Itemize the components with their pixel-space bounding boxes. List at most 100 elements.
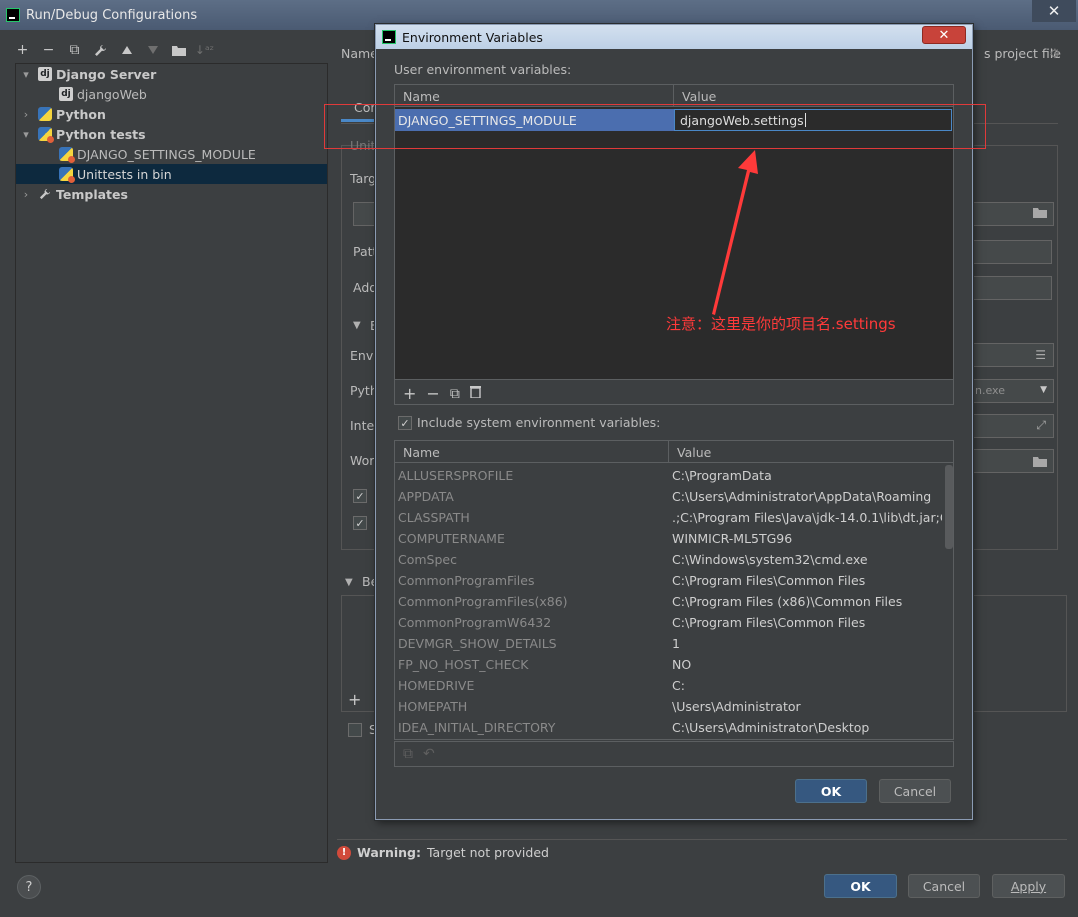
table-row[interactable]: HOMEDRIVE C:	[395, 675, 943, 696]
table-row[interactable]: IDEA_INITIAL_DIRECTORY C:\Users\Administr…	[395, 717, 943, 738]
move-up-icon[interactable]	[118, 41, 135, 59]
tree-item-python-tests[interactable]: ▾ Python tests	[16, 124, 327, 144]
chevron-down-icon: ▼	[1040, 385, 1047, 395]
wrench-icon	[38, 187, 52, 201]
pattern-field[interactable]	[970, 240, 1052, 264]
tree-item-label: Unittests in bin	[77, 166, 172, 182]
column-header-name[interactable]: Name	[395, 441, 669, 463]
tree-item-templates[interactable]: › Templates	[16, 184, 327, 204]
table-row[interactable]: HOMEPATH \Users\Administrator	[395, 696, 943, 717]
python-tests-icon	[38, 127, 54, 143]
ok-button[interactable]: OK	[824, 874, 897, 898]
interpreter-options-field[interactable]: ⤢	[970, 414, 1054, 438]
include-system-env-checkbox[interactable]: ✓	[398, 416, 412, 430]
env-value-cell: .;C:\Program Files\Java\jdk-14.0.1\lib\d…	[672, 510, 942, 525]
add-icon[interactable]: +	[348, 690, 361, 709]
env-name-cell: CLASSPATH	[398, 510, 470, 525]
column-header-value[interactable]: Value	[669, 441, 943, 463]
tree-item-django-server[interactable]: ▾ dj Django Server	[16, 64, 327, 84]
help-button[interactable]: ?	[17, 875, 41, 899]
env-name-cell: ComSpec	[398, 552, 457, 567]
environment-variables-label: Envi	[350, 348, 377, 363]
add-icon[interactable]: +	[403, 384, 416, 403]
pycharm-logo-icon	[382, 30, 396, 44]
table-row[interactable]: APPDATA C:\Users\Administrator\AppData\Ro…	[395, 486, 943, 507]
environment-variables-field[interactable]: ☰	[970, 343, 1054, 367]
dialog-titlebar: Environment Variables	[376, 25, 972, 49]
target-browse-field[interactable]	[970, 202, 1054, 226]
system-env-toolbar: ⧉ ↶	[394, 741, 954, 767]
dialog-close-button[interactable]: ✕	[922, 26, 966, 44]
scrollbar-thumb[interactable]	[945, 465, 953, 549]
django-icon: dj	[59, 87, 73, 101]
warning-text: Target not provided	[426, 845, 549, 860]
annotation-arrow-icon	[712, 150, 758, 315]
copy-icon[interactable]: ⧉	[403, 746, 413, 762]
table-row[interactable]: FP_NO_HOST_CHECK NO	[395, 654, 943, 675]
tree-item-label: djangoWeb	[77, 86, 147, 102]
python-interpreter-select[interactable]: n.exe ▼	[970, 379, 1054, 403]
new-folder-icon[interactable]	[170, 41, 187, 59]
additional-arguments-field[interactable]	[970, 276, 1052, 300]
expand-icon[interactable]: ▾	[20, 68, 32, 81]
expand-icon[interactable]: ›	[20, 188, 32, 201]
tree-item-unittests-in-bin[interactable]: Unittests in bin	[16, 164, 327, 184]
env-name-cell: CommonProgramW6432	[398, 615, 552, 630]
add-content-roots-checkbox[interactable]: ✓	[353, 489, 367, 503]
table-row[interactable]: COMPUTERNAME WINMICR-ML5TG96	[395, 528, 943, 549]
expand-icon[interactable]: ›	[20, 108, 32, 121]
tree-item-django-settings-module[interactable]: DJANGO_SETTINGS_MODULE	[16, 144, 327, 164]
gear-icon[interactable]: ⚙	[1049, 47, 1061, 62]
dialog-cancel-button[interactable]: Cancel	[879, 779, 951, 803]
copy-icon[interactable]: ⧉	[450, 386, 460, 402]
add-icon[interactable]: +	[14, 41, 31, 59]
table-row[interactable]: DEVMGR_SHOW_DETAILS 1	[395, 633, 943, 654]
working-directory-field[interactable]	[970, 449, 1054, 473]
remove-icon[interactable]: −	[426, 384, 439, 403]
env-name-cell: CommonProgramFiles(x86)	[398, 594, 568, 609]
cancel-button[interactable]: Cancel	[908, 874, 980, 898]
pattern-label: Patt	[353, 244, 378, 259]
remove-icon[interactable]: −	[40, 41, 57, 59]
configuration-tree: ▾ dj Django Server dj djangoWeb › Python…	[15, 63, 328, 863]
tree-item-label: Django Server	[56, 66, 157, 82]
move-down-icon[interactable]	[144, 41, 161, 59]
tree-item-python[interactable]: › Python	[16, 104, 327, 124]
table-row[interactable]: CommonProgramFiles C:\Program Files\Commo…	[395, 570, 943, 591]
sort-icon[interactable]: ↓ᵃᶻ	[195, 41, 214, 59]
env-value-cell: 1	[672, 636, 680, 651]
delete-icon[interactable]	[469, 385, 481, 402]
table-row[interactable]: CommonProgramW6432 C:\Program Files\Commo…	[395, 612, 943, 633]
table-row[interactable]: ComSpec C:\Windows\system32\cmd.exe	[395, 549, 943, 570]
add-source-roots-checkbox[interactable]: ✓	[353, 516, 367, 530]
env-name-cell: APPDATA	[398, 489, 454, 504]
table-row[interactable]: ALLUSERSPROFILE C:\ProgramData	[395, 465, 943, 486]
table-row[interactable]: CLASSPATH .;C:\Program Files\Java\jdk-14.…	[395, 507, 943, 528]
show-settings-checkbox[interactable]	[348, 723, 362, 737]
include-system-env-label: Include system environment variables:	[417, 415, 661, 430]
collapse-icon[interactable]: ▼	[353, 320, 361, 331]
env-name-cell: FP_NO_HOST_CHECK	[398, 657, 529, 672]
target-label: Targ	[350, 171, 377, 186]
expand-icon[interactable]: ▾	[20, 128, 32, 141]
table-header: Name Value	[395, 441, 953, 463]
collapse-icon[interactable]: ▼	[345, 577, 353, 588]
folder-icon	[1033, 455, 1047, 470]
window-close-button[interactable]: ✕	[1032, 0, 1076, 22]
env-value-cell: C:\Windows\system32\cmd.exe	[672, 552, 868, 567]
env-name-cell: HOMEDRIVE	[398, 678, 475, 693]
apply-button[interactable]: Apply	[992, 874, 1065, 898]
table-row[interactable]: CommonProgramFiles(x86) C:\Program Files …	[395, 591, 943, 612]
tree-item-label: Templates	[56, 186, 128, 202]
wrench-icon[interactable]	[92, 41, 109, 59]
warning-message: ! Warning: Target not provided	[337, 845, 549, 860]
config-toolbar: + − ⧉ ↓ᵃᶻ	[14, 38, 214, 62]
window-title: Run/Debug Configurations	[26, 7, 198, 23]
env-value-cell: C:\Program Files\Common Files	[672, 573, 866, 588]
dialog-ok-button[interactable]: OK	[795, 779, 867, 803]
tree-item-djangoweb[interactable]: dj djangoWeb	[16, 84, 327, 104]
revert-icon[interactable]: ↶	[423, 746, 435, 762]
copy-icon[interactable]: ⧉	[66, 41, 83, 59]
env-value-cell: C:\Users\Administrator\AppData\Roaming	[672, 489, 932, 504]
env-value-cell: NO	[672, 657, 692, 672]
